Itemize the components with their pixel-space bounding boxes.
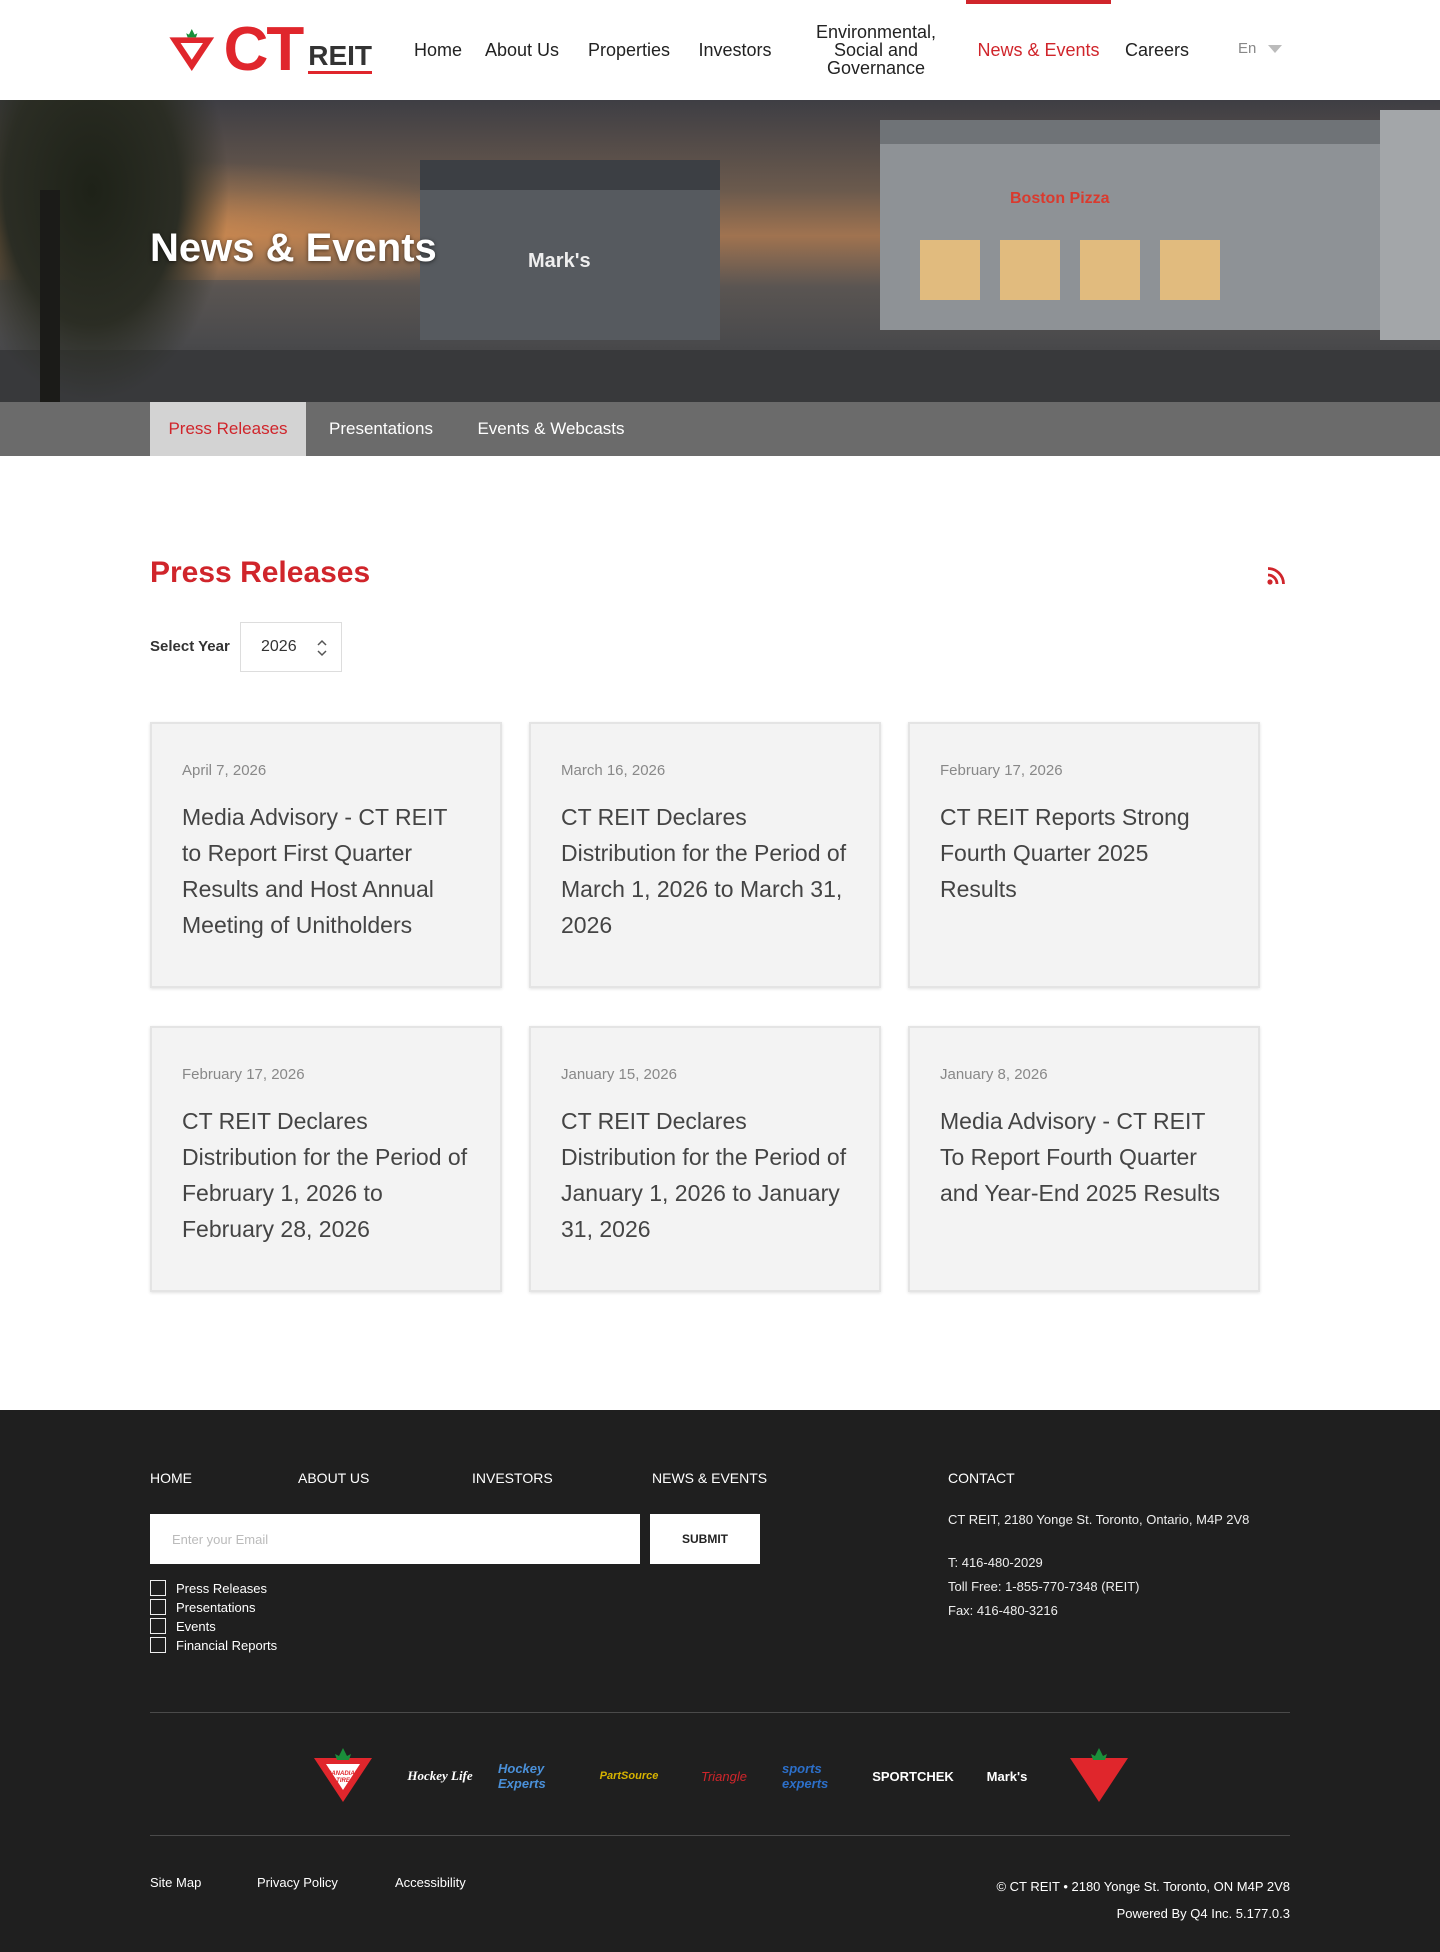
sports-experts-logo[interactable]: sports experts: [782, 1746, 854, 1806]
language-label: En: [1238, 40, 1257, 57]
footer-link-investors[interactable]: INVESTORS: [472, 1470, 553, 1486]
checkbox[interactable]: [150, 1599, 166, 1615]
partsource-logo[interactable]: PartSource: [594, 1746, 664, 1806]
press-release-card[interactable]: January 8, 2026 Media Advisory - CT REIT…: [908, 1026, 1260, 1292]
subscription-option[interactable]: Financial Reports: [150, 1637, 277, 1653]
footer-link-accessibility[interactable]: Accessibility: [395, 1875, 466, 1890]
tab-events-webcasts[interactable]: Events & Webcasts: [456, 402, 646, 456]
release-date: April 7, 2026: [182, 762, 267, 779]
year-select-label: Select Year: [150, 638, 230, 655]
checkbox[interactable]: [150, 1618, 166, 1634]
checkbox[interactable]: [150, 1637, 166, 1653]
triangle-logo[interactable]: Triangle: [688, 1746, 760, 1806]
hero-building-edge: [1380, 110, 1440, 340]
svg-text:TIRE: TIRE: [336, 1778, 351, 1784]
footer-divider: [150, 1835, 1290, 1836]
tab-presentations[interactable]: Presentations: [306, 402, 456, 456]
marks-logo[interactable]: Mark's: [970, 1746, 1044, 1806]
ct-reit-logo[interactable]: CT REIT: [168, 18, 372, 82]
section-title: Press Releases: [150, 556, 371, 589]
nav-home[interactable]: Home: [408, 0, 468, 100]
footer-link-privacy-policy[interactable]: Privacy Policy: [257, 1875, 338, 1890]
release-date: February 17, 2026: [940, 762, 1063, 779]
copyright-text: © CT REIT • 2180 Yonge St. Toronto, ON M…: [996, 1879, 1290, 1894]
footer-link-site-map[interactable]: Site Map: [150, 1875, 201, 1890]
release-title: Media Advisory - CT REIT To Report Fourt…: [940, 1108, 1221, 1206]
nav-properties[interactable]: Properties: [584, 0, 674, 100]
language-selector[interactable]: En: [1238, 40, 1283, 57]
press-release-card[interactable]: April 7, 2026 Media Advisory - CT REIT t…: [150, 722, 502, 988]
footer-link-home[interactable]: HOME: [150, 1470, 192, 1486]
page-title: News & Events: [150, 226, 437, 270]
footer-divider: [150, 1712, 1290, 1713]
release-date: January 8, 2026: [940, 1066, 1048, 1083]
release-title: CT REIT Declares Distribution for the Pe…: [182, 1108, 468, 1242]
press-release-card[interactable]: February 17, 2026 CT REIT Declares Distr…: [150, 1026, 502, 1292]
press-release-card[interactable]: February 17, 2026 CT REIT Reports Strong…: [908, 722, 1260, 988]
canadian-tire-icon: CANADIAN TIRE: [314, 1748, 372, 1802]
nav-esg[interactable]: Environmental, Social and Governance: [808, 0, 944, 100]
email-field[interactable]: [150, 1514, 640, 1564]
subscription-option[interactable]: Events: [150, 1618, 216, 1634]
nav-careers[interactable]: Careers: [1122, 0, 1192, 100]
press-release-card[interactable]: January 15, 2026 CT REIT Declares Distri…: [529, 1026, 881, 1292]
updown-chevron-icon: [317, 639, 327, 657]
subscription-option[interactable]: Press Releases: [150, 1580, 267, 1596]
canadian-tire-triangle-logo[interactable]: [1066, 1746, 1132, 1806]
release-title: CT REIT Reports Strong Fourth Quarter 20…: [940, 804, 1190, 902]
nav-investors[interactable]: Investors: [694, 0, 776, 100]
hockey-life-logo[interactable]: Hockey Life: [406, 1746, 474, 1806]
powered-by-text: Powered By Q4 Inc. 5.177.0.3: [1116, 1906, 1290, 1921]
sportchek-logo[interactable]: SPORTCHEK: [872, 1746, 954, 1806]
brand-logos: CANADIAN TIRE Hockey Life Hockey Experts…: [310, 1746, 1130, 1806]
checkbox[interactable]: [150, 1580, 166, 1596]
hockey-experts-logo[interactable]: Hockey Experts: [498, 1746, 570, 1806]
site-header: CT REIT Home About Us Properties Investo…: [0, 0, 1440, 100]
hero-tree-trunk: [40, 190, 60, 402]
subscription-option[interactable]: Presentations: [150, 1599, 256, 1615]
contact-toll-free: Toll Free: 1-855-770-7348 (REIT): [948, 1579, 1140, 1594]
year-select-value: 2026: [261, 638, 297, 655]
release-title: Media Advisory - CT REIT to Report First…: [182, 804, 448, 938]
subscription-label: Presentations: [176, 1599, 256, 1615]
contact-heading: CONTACT: [948, 1470, 1015, 1486]
release-title: CT REIT Declares Distribution for the Pe…: [561, 1108, 847, 1242]
hero-sign-marks: Mark's: [528, 250, 591, 272]
tab-press-releases[interactable]: Press Releases: [150, 402, 306, 456]
footer-link-about-us[interactable]: ABOUT US: [298, 1470, 369, 1486]
release-title: CT REIT Declares Distribution for the Pe…: [561, 804, 847, 938]
site-footer: HOME ABOUT US INVESTORS NEWS & EVENTS SU…: [0, 1410, 1440, 1952]
press-release-card[interactable]: March 16, 2026 CT REIT Declares Distribu…: [529, 722, 881, 988]
canadian-tire-triangle-icon: [1070, 1748, 1128, 1802]
nav-news-events[interactable]: News & Events: [966, 0, 1111, 100]
year-select[interactable]: 2026: [240, 622, 342, 672]
canadian-tire-logo[interactable]: CANADIAN TIRE: [310, 1746, 376, 1806]
section-tabs: Press Releases Presentations Events & We…: [0, 402, 1440, 456]
release-date: January 15, 2026: [561, 1066, 677, 1083]
subscription-label: Press Releases: [176, 1580, 268, 1596]
footer-link-news-events[interactable]: NEWS & EVENTS: [652, 1470, 767, 1486]
rss-icon[interactable]: [1266, 566, 1286, 586]
hero-sign-pizza: Boston Pizza: [1010, 190, 1110, 207]
hero-banner: Boston Pizza Mark's News & Events: [0, 100, 1440, 402]
contact-address: CT REIT, 2180 Yonge St. Toronto, Ontario…: [948, 1512, 1250, 1527]
release-date: March 16, 2026: [561, 762, 666, 779]
svg-text:CANADIAN: CANADIAN: [327, 1771, 360, 1777]
subscription-label: Financial Reports: [176, 1637, 278, 1653]
submit-button[interactable]: SUBMIT: [650, 1514, 760, 1564]
logo-reit-text: REIT: [308, 42, 372, 74]
subscription-label: Events: [176, 1618, 216, 1634]
contact-phone: T: 416-480-2029: [948, 1555, 1043, 1570]
nav-about-us[interactable]: About Us: [482, 0, 562, 100]
chevron-down-icon: [1268, 44, 1283, 53]
logo-ct-text: CT: [223, 15, 305, 84]
contact-fax: Fax: 416-480-3216: [948, 1603, 1058, 1618]
release-date: February 17, 2026: [182, 1066, 305, 1083]
canadian-tire-triangle-icon: [169, 29, 215, 71]
hero-building-right: [880, 120, 1400, 330]
